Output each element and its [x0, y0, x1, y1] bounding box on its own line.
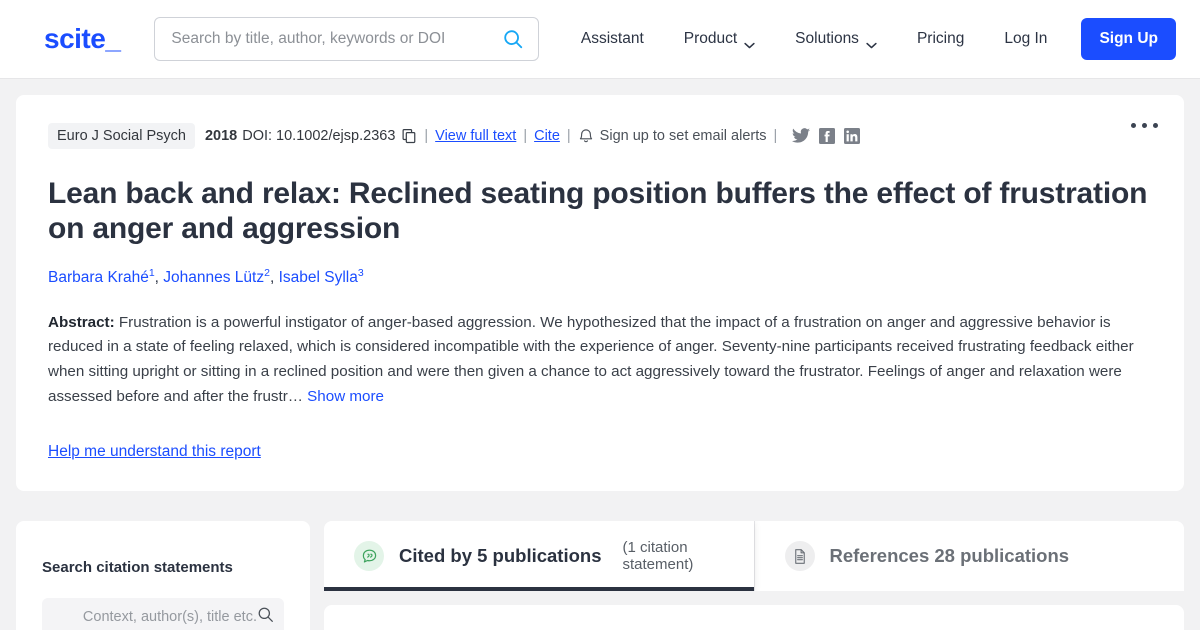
site-header: scite_ Assistant Product Solutions Pr: [0, 0, 1200, 79]
show-more-link[interactable]: Show more: [307, 388, 384, 405]
view-full-text-link[interactable]: View full text: [435, 128, 516, 144]
tab-cited-by-label: Cited by 5 publications: [399, 545, 602, 567]
abstract-label: Abstract:: [48, 313, 115, 331]
chevron-down-icon: [866, 36, 877, 48]
citations-panel: Cited by 5 publications (1 citation stat…: [324, 521, 1184, 630]
author-link[interactable]: Barbara Krahé1: [48, 267, 155, 286]
doi-text: DOI: 10.1002/ejsp.2363: [242, 128, 396, 144]
author-name: Barbara Krahé: [48, 268, 149, 286]
meta-separator: |: [523, 128, 528, 144]
author-list: Barbara Krahé1, Johannes Lütz2, Isabel S…: [48, 266, 364, 286]
citation-search-box[interactable]: [42, 598, 284, 630]
global-search[interactable]: [154, 17, 539, 61]
social-share-group: [792, 128, 861, 144]
nav-item-solutions[interactable]: Solutions: [775, 30, 897, 48]
paper-card: Euro J Social Psych 2018 DOI: 10.1002/ej…: [16, 95, 1184, 492]
tab-references-label: References 28 publications: [829, 545, 1070, 567]
tab-references[interactable]: References 28 publications: [753, 521, 1184, 592]
linkedin-icon[interactable]: [844, 128, 861, 144]
sign-up-button[interactable]: Sign Up: [1081, 18, 1176, 60]
email-alerts-label[interactable]: Sign up to set email alerts: [600, 128, 767, 144]
search-input[interactable]: [171, 30, 502, 48]
main-nav: Assistant Product Solutions Pricing Log …: [561, 18, 1176, 60]
cite-link[interactable]: Cite: [534, 128, 560, 144]
citation-bubble-icon: [354, 541, 384, 572]
nav-item-assistant[interactable]: Assistant: [561, 30, 664, 48]
help-understand-report-link[interactable]: Help me understand this report: [48, 443, 261, 461]
author-name: Johannes Lütz: [163, 268, 265, 286]
journal-badge: Euro J Social Psych: [48, 123, 195, 149]
citation-search-sidebar: Search citation statements: [16, 521, 310, 630]
abstract-text: Frustration is a powerful instigator of …: [48, 313, 1134, 405]
more-options-icon[interactable]: [1131, 123, 1158, 128]
paper-meta-row: Euro J Social Psych 2018 DOI: 10.1002/ej…: [48, 123, 1152, 149]
document-icon: [784, 541, 815, 572]
search-icon[interactable]: [257, 606, 274, 628]
nav-label: Solutions: [795, 30, 859, 47]
page-body: Euro J Social Psych 2018 DOI: 10.1002/ej…: [0, 79, 1200, 507]
twitter-icon[interactable]: [792, 128, 811, 144]
scite-logo[interactable]: scite_: [44, 23, 121, 55]
citation-search-input[interactable]: [52, 609, 257, 626]
bell-icon[interactable]: [579, 128, 593, 144]
abstract: Abstract: Frustration is a powerful inst…: [48, 311, 1152, 410]
nav-item-login[interactable]: Log In: [984, 30, 1067, 48]
author-affiliation-marker: 3: [357, 266, 364, 279]
author-link[interactable]: Johannes Lütz2: [163, 267, 270, 286]
meta-separator: |: [566, 128, 571, 144]
nav-label: Log In: [1004, 30, 1048, 47]
search-icon[interactable]: [502, 28, 524, 50]
citation-results-card: [324, 605, 1184, 630]
publication-year: 2018: [204, 128, 238, 144]
nav-label: Assistant: [580, 30, 644, 47]
meta-separator: |: [424, 128, 429, 144]
nav-label: Pricing: [916, 30, 965, 47]
author-name: Isabel Sylla: [278, 268, 358, 286]
tab-bar: Cited by 5 publications (1 citation stat…: [324, 521, 1184, 592]
nav-label: Product: [683, 30, 738, 47]
nav-item-product[interactable]: Product: [664, 30, 775, 48]
page-title: Lean back and relax: Reclined seating po…: [48, 177, 1148, 245]
tab-cited-by-sub: (1 citation statement): [622, 539, 694, 574]
sidebar-heading: Search citation statements: [42, 559, 233, 577]
chevron-down-icon: [744, 36, 755, 48]
meta-separator: |: [773, 128, 778, 144]
author-link[interactable]: Isabel Sylla3: [278, 266, 364, 286]
facebook-icon[interactable]: [819, 128, 836, 144]
lower-section: Search citation statements Context, auth…: [0, 521, 1200, 630]
tab-cited-by[interactable]: Cited by 5 publications (1 citation stat…: [324, 521, 754, 592]
nav-item-pricing[interactable]: Pricing: [897, 30, 984, 48]
copy-icon[interactable]: [402, 128, 417, 144]
